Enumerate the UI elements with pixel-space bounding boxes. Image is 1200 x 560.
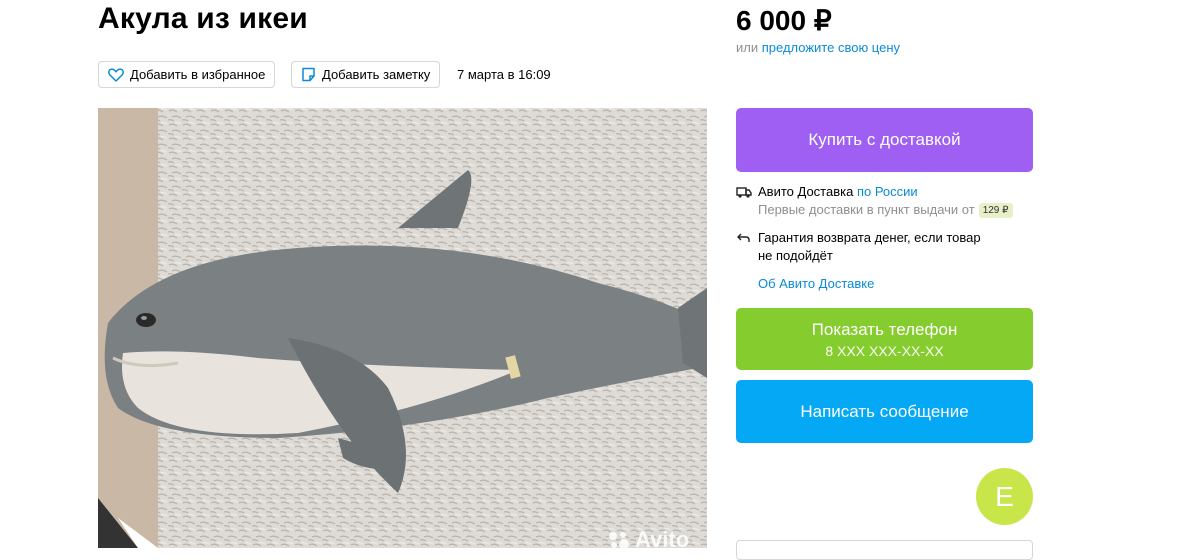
add-to-favorites-button[interactable]: Добавить в избранное <box>98 61 276 88</box>
heart-icon <box>108 67 124 82</box>
listing-date: 7 марта в 16:09 <box>457 67 551 82</box>
write-message-label: Написать сообщение <box>800 401 969 421</box>
listing-title: Акула из икеи <box>98 2 308 35</box>
guarantee-line-1: Гарантия возврата денег, если товар <box>758 230 981 245</box>
show-phone-button[interactable]: Показать телефон 8 XXX XXX-XX-XX <box>736 308 1033 370</box>
write-message-button[interactable]: Написать сообщение <box>736 380 1033 443</box>
buy-with-delivery-button[interactable]: Купить с доставкой <box>736 108 1033 172</box>
avito-logo-icon <box>609 532 629 548</box>
add-note-label: Добавить заметку <box>322 67 431 82</box>
shark-plush-image <box>98 108 707 548</box>
guarantee-line-2: не подойдёт <box>758 248 833 263</box>
first-delivery-price-badge: 129 ₽ <box>978 203 1013 219</box>
show-phone-label: Показать телефон <box>811 319 958 339</box>
about-avito-delivery-link[interactable]: Об Авито Доставке <box>758 275 874 293</box>
note-icon <box>302 67 315 82</box>
offer-price-link[interactable]: предложите свою цену <box>762 40 900 55</box>
seller-card-partial[interactable] <box>736 540 1033 560</box>
offer-prefix: или <box>736 40 762 55</box>
seller-avatar[interactable]: Е <box>976 468 1033 525</box>
first-delivery-text: Первые доставки в пункт выдачи от <box>758 202 975 217</box>
offer-price-line: или предложите свою цену <box>736 40 900 55</box>
buy-with-delivery-label: Купить с доставкой <box>808 130 961 149</box>
masked-phone-number: 8 XXX XXX-XX-XX <box>825 342 944 359</box>
delivery-service: Авито Доставка <box>758 184 857 199</box>
price: 6 000 ₽ <box>736 5 832 36</box>
return-arrow-icon <box>737 233 750 242</box>
delivery-info: Авито Доставка по России Первые доставки… <box>736 183 1013 219</box>
avito-watermark: Avito <box>607 527 689 548</box>
truck-icon <box>736 187 752 198</box>
money-back-guarantee: Гарантия возврата денег, если товар не п… <box>736 229 981 265</box>
add-to-favorites-label: Добавить в избранное <box>130 67 266 82</box>
listing-photo[interactable]: Avito <box>98 108 707 548</box>
add-note-button[interactable]: Добавить заметку <box>291 61 441 88</box>
delivery-scope-link[interactable]: по России <box>857 184 918 199</box>
